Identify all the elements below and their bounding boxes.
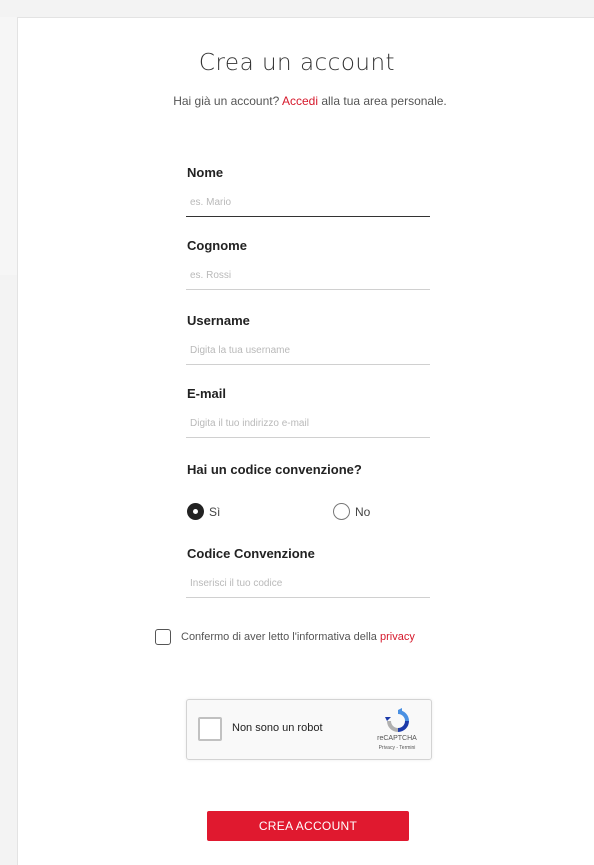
login-link[interactable]: Accedi xyxy=(282,94,318,108)
email-field-group: E-mail xyxy=(186,386,430,438)
codice-label: Codice Convenzione xyxy=(187,546,315,561)
username-label: Username xyxy=(187,313,250,328)
email-label: E-mail xyxy=(187,386,227,401)
nome-label: Nome xyxy=(187,165,224,180)
radio-checked-icon xyxy=(187,503,204,520)
nome-input[interactable] xyxy=(186,189,430,217)
page-title: Crea un account xyxy=(198,50,396,76)
recaptcha-checkbox[interactable] xyxy=(198,717,222,741)
privacy-link[interactable]: privacy xyxy=(380,631,415,643)
codice-field-group: Codice Convenzione xyxy=(186,546,430,598)
username-input[interactable] xyxy=(186,337,430,365)
radio-yes[interactable]: Sì xyxy=(187,503,220,520)
login-prompt: Hai già un account? Accedi alla tua area… xyxy=(0,94,594,108)
privacy-checkbox[interactable] xyxy=(155,629,171,645)
recaptcha-brand: reCAPTCHA xyxy=(377,735,417,742)
radio-no-label: No xyxy=(355,504,371,519)
recaptcha-label: Non sono un robot xyxy=(232,722,323,734)
recaptcha-widget: Non sono un robot reCAPTCHA Privacy - Te… xyxy=(186,699,432,760)
nome-field-group: Nome xyxy=(186,165,430,217)
cognome-input[interactable] xyxy=(186,262,430,290)
recaptcha-links[interactable]: Privacy - Termini xyxy=(365,745,429,751)
codice-input[interactable] xyxy=(186,570,430,598)
login-prompt-suffix: alla tua area personale. xyxy=(321,94,447,108)
cognome-label: Cognome xyxy=(187,238,247,253)
convention-question: Hai un codice convenzione? xyxy=(187,462,362,477)
radio-unchecked-icon xyxy=(333,503,350,520)
radio-no[interactable]: No xyxy=(333,503,370,520)
username-field-group: Username xyxy=(186,313,430,365)
email-input[interactable] xyxy=(186,410,430,438)
radio-yes-label: Sì xyxy=(209,504,221,519)
recaptcha-logo-icon xyxy=(385,708,409,732)
login-prompt-text: Hai già un account? xyxy=(173,94,280,108)
privacy-consent: Confermo di aver letto l'informativa del… xyxy=(155,629,415,645)
privacy-consent-text: Confermo di aver letto l'informativa del… xyxy=(181,631,377,643)
cognome-field-group: Cognome xyxy=(186,238,430,290)
create-account-button[interactable]: CREA ACCOUNT xyxy=(207,811,409,841)
